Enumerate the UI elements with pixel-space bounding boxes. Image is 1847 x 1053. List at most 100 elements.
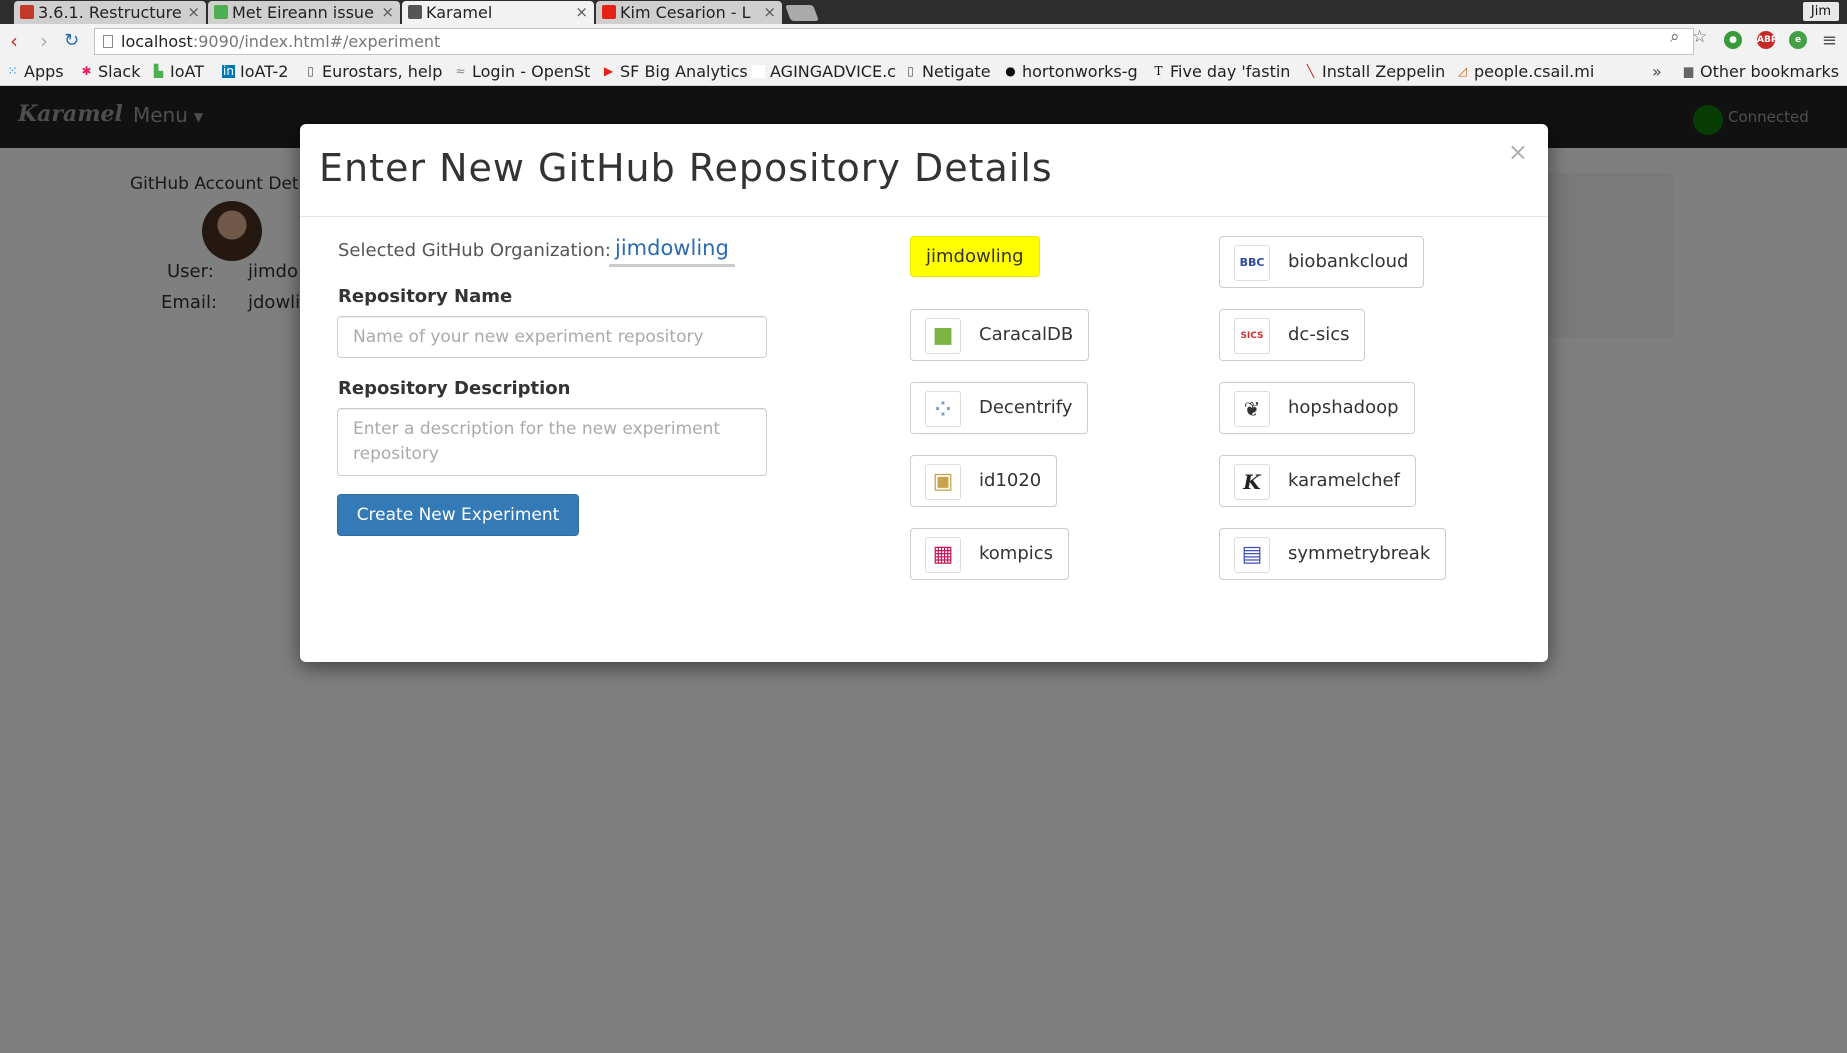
bookmark-star-icon[interactable]: ☆ xyxy=(1692,27,1707,47)
dc-sics-logo-icon: SICS xyxy=(1234,318,1270,354)
back-arrow-icon[interactable]: ‹ xyxy=(10,31,18,51)
folder-icon: ▆ xyxy=(1683,64,1694,78)
bookmark-item[interactable]: ╲ Install Zeppelin xyxy=(1302,59,1464,85)
kompics-logo-icon: ▦ xyxy=(925,537,961,573)
org-button-decentrify[interactable]: ⁘ Decentrify xyxy=(910,382,1089,434)
bookmark-item[interactable]: ◿ people.csail.mi xyxy=(1454,59,1614,85)
org-label: jimdowling xyxy=(926,246,1024,267)
tab-title: Karamel xyxy=(426,3,493,22)
org-button-caracaldb[interactable]: ■ CaracalDB xyxy=(910,309,1090,361)
org-label: id1020 xyxy=(979,470,1042,491)
org-button-biobankcloud[interactable]: BBC biobankcloud xyxy=(1219,236,1425,288)
tab-favicon-icon xyxy=(20,5,34,19)
github-icon: ● xyxy=(1005,64,1016,78)
org-button-symmetrybreak[interactable]: ▤ symmetrybreak xyxy=(1219,528,1447,580)
bookmark-item[interactable]: T Five day 'fastin xyxy=(1150,59,1312,85)
symmetrybreak-logo-icon: ▤ xyxy=(1234,537,1270,573)
address-bar[interactable]: localhost:9090/index.html#/experiment xyxy=(94,28,1694,55)
tab-title: Met Eireann issue xyxy=(232,3,374,22)
org-label: dc-sics xyxy=(1288,324,1350,345)
bookmark-item[interactable]: ⁙ Apps xyxy=(4,59,88,85)
bookmark-item[interactable]: ▶ SF Big Analytics xyxy=(600,59,762,85)
more-bookmarks-chevron-icon[interactable]: » xyxy=(1652,59,1662,85)
browser-tab[interactable]: Met Eireann issue × xyxy=(208,1,400,24)
create-experiment-button[interactable]: Create New Experiment xyxy=(337,494,579,536)
zeppelin-icon: ╲ xyxy=(1306,64,1315,78)
tab-close-icon[interactable]: × xyxy=(763,1,776,24)
hopshadoop-logo-icon: ❦ xyxy=(1234,391,1270,427)
modal-title: Enter New GitHub Repository Details xyxy=(319,146,1053,190)
tab-title: 3.6.1. Restructure xyxy=(38,3,182,22)
csail-icon: ◿ xyxy=(1457,64,1468,78)
browser-menu-icon[interactable]: ≡ xyxy=(1822,30,1837,51)
selected-org-value[interactable]: jimdowling xyxy=(609,236,735,267)
id1020-logo-icon: ▣ xyxy=(925,464,961,500)
org-label: karamelchef xyxy=(1288,470,1400,491)
repo-description-label: Repository Description xyxy=(338,378,571,399)
karamelchef-logo-icon: K xyxy=(1234,464,1270,500)
browser-tab-strip: 3.6.1. Restructure × Met Eireann issue ×… xyxy=(0,0,1847,24)
bookmarks-bar: ⁙ Apps ✱ Slack ▙ IoAT in IoAT-2 ▯ Eurostars, … xyxy=(0,59,1847,86)
slack-icon: ✱ xyxy=(81,64,92,78)
tab-close-icon[interactable]: × xyxy=(187,1,200,24)
url-path: :9090/index.html#/experiment xyxy=(192,32,441,51)
org-label: symmetrybreak xyxy=(1288,543,1431,564)
other-bookmarks-folder[interactable]: ▆ Other bookmarks xyxy=(1680,59,1847,85)
repo-description-textarea[interactable] xyxy=(337,408,767,476)
bookmark-item[interactable]: ▯ Eurostars, help xyxy=(302,59,462,85)
ioat-icon: ▙ xyxy=(153,64,164,78)
reload-icon[interactable]: ↻ xyxy=(64,31,79,51)
tab-title: Kim Cesarion - L xyxy=(620,3,751,22)
url-host: localhost xyxy=(121,32,193,51)
biobankcloud-logo-icon: BBC xyxy=(1234,245,1270,281)
adblock-icon[interactable]: ABP xyxy=(1757,31,1777,49)
browser-toolbar: ‹ › ↻ localhost:9090/index.html#/experim… xyxy=(0,24,1847,59)
linkedin-icon: in xyxy=(222,64,235,78)
openstack-icon: ≈ xyxy=(455,64,466,78)
browser-tab[interactable]: 3.6.1. Restructure × xyxy=(14,1,206,24)
page-icon: ▯ xyxy=(307,64,314,78)
org-button-dc-sics[interactable]: SICS dc-sics xyxy=(1219,309,1366,361)
bookmark-item[interactable]: AGINGADVICE.c xyxy=(750,59,912,85)
org-label: Decentrify xyxy=(979,397,1073,418)
bookmark-item[interactable]: ▯ Netigate xyxy=(902,59,1014,85)
selected-org-label: Selected GitHub Organization: xyxy=(338,240,611,261)
forward-arrow-icon[interactable]: › xyxy=(40,31,48,51)
tab-close-icon[interactable]: × xyxy=(575,1,588,24)
org-button-hopshadoop[interactable]: ❦ hopshadoop xyxy=(1219,382,1415,434)
org-button-karamelchef[interactable]: K karamelchef xyxy=(1219,455,1416,507)
tab-favicon-icon xyxy=(408,5,422,19)
org-label: hopshadoop xyxy=(1288,397,1399,418)
org-button-id1020[interactable]: ▣ id1020 xyxy=(910,455,1058,507)
bookmark-item[interactable]: ≈ Login - OpenSt xyxy=(452,59,614,85)
browser-tab[interactable]: Kim Cesarion - L × xyxy=(596,1,782,24)
tab-close-icon[interactable]: × xyxy=(381,1,394,24)
decentrify-logo-icon: ⁘ xyxy=(925,391,961,427)
close-icon[interactable]: × xyxy=(1508,138,1528,166)
profile-button[interactable]: Jim xyxy=(1802,2,1839,21)
zoom-icon[interactable]: ⌕ xyxy=(1670,27,1680,47)
bookmark-item[interactable]: ● hortonworks-g xyxy=(1002,59,1162,85)
nyt-icon: T xyxy=(1154,64,1163,78)
page-icon xyxy=(103,35,113,48)
modal-header: Enter New GitHub Repository Details × xyxy=(300,124,1548,217)
org-button-kompics[interactable]: ▦ kompics xyxy=(910,528,1070,580)
caracaldb-logo-icon: ■ xyxy=(925,318,961,354)
org-label: kompics xyxy=(979,543,1054,564)
tab-favicon-icon xyxy=(214,5,228,19)
extension-icon[interactable]: ● xyxy=(1724,31,1742,49)
blank-icon xyxy=(752,65,765,78)
org-label: CaracalDB xyxy=(979,324,1074,345)
tab-favicon-icon xyxy=(602,5,616,19)
browser-tab-active[interactable]: Karamel × xyxy=(402,1,594,24)
new-tab-button[interactable] xyxy=(785,5,819,21)
org-label: biobankcloud xyxy=(1288,251,1409,272)
org-button-jimdowling[interactable]: jimdowling xyxy=(910,236,1040,277)
youtube-icon: ▶ xyxy=(603,64,614,78)
new-repository-modal: Enter New GitHub Repository Details × Se… xyxy=(300,124,1548,662)
page-icon: ▯ xyxy=(907,64,914,78)
repo-name-label: Repository Name xyxy=(338,286,513,307)
repo-name-input[interactable] xyxy=(337,316,767,358)
evernote-icon[interactable]: e xyxy=(1789,31,1807,49)
apps-grid-icon: ⁙ xyxy=(7,64,18,78)
